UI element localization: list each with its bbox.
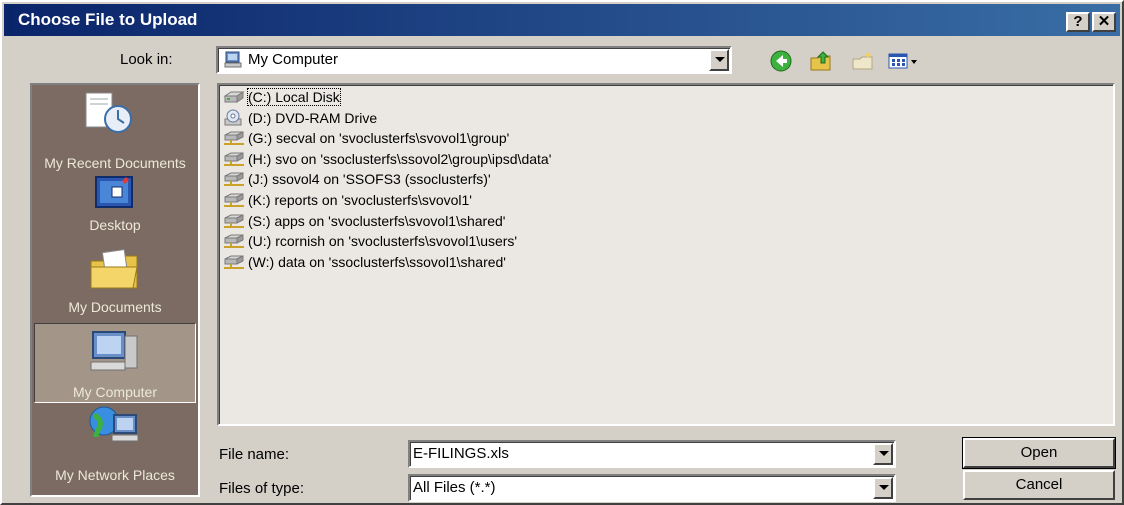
- look-in-dropdown-button[interactable]: [709, 49, 729, 71]
- open-button-label: Open: [1020, 444, 1058, 461]
- up-folder-icon[interactable]: [808, 48, 834, 74]
- file-name: (H:) svo on 'ssoclusterfs\ssovol2\group\…: [248, 151, 552, 167]
- help-button[interactable]: ?: [1066, 12, 1090, 32]
- my-computer-small-icon: [224, 51, 242, 68]
- new-folder-icon[interactable]: [850, 48, 876, 74]
- title-bar[interactable]: Choose File to Upload ? ✕: [4, 4, 1120, 36]
- look-in-label: Look in:: [120, 51, 173, 68]
- network-drive-icon: [224, 172, 244, 186]
- look-in-value: My Computer: [248, 51, 339, 68]
- file-name-label: File name:: [219, 446, 290, 463]
- list-item-d-drive[interactable]: (D:) DVD-RAM Drive: [223, 108, 377, 128]
- place-label: My Computer: [72, 384, 158, 400]
- choose-file-dialog: Choose File to Upload ? ✕ Look in: My Co…: [0, 0, 1124, 505]
- network-drive-icon: [224, 234, 244, 248]
- file-name: (D:) DVD-RAM Drive: [248, 110, 378, 126]
- list-item-w-drive[interactable]: (W:) data on 'ssoclusterfs\ssovol1\share…: [223, 252, 506, 272]
- place-my-computer[interactable]: My Computer: [34, 323, 196, 403]
- file-name: (U:) rcornish on 'svoclusterfs\svovol1\u…: [248, 233, 518, 249]
- network-drive-icon: [224, 214, 244, 228]
- network-drive-icon: [224, 152, 244, 166]
- file-name-dropdown-button[interactable]: [873, 443, 893, 465]
- file-name-value: E-FILINGS.xls: [413, 445, 509, 462]
- place-label: My Documents: [68, 299, 162, 315]
- network-drive-icon: [224, 193, 244, 207]
- file-type-value: All Files (*.*): [413, 479, 496, 496]
- file-type-dropdown-button[interactable]: [873, 477, 893, 499]
- views-menu-icon[interactable]: [886, 48, 926, 74]
- file-type-label: Files of type:: [219, 480, 305, 497]
- list-item-c-drive[interactable]: (C:) Local Disk: [223, 87, 341, 107]
- list-item-k-drive[interactable]: (K:) reports on 'svoclusterfs\svovol1': [223, 190, 472, 210]
- look-in-combo[interactable]: My Computer: [216, 46, 732, 74]
- list-item-g-drive[interactable]: (G:) secval on 'svoclusterfs\svovol1\gro…: [223, 128, 509, 148]
- my-documents-icon: [90, 249, 138, 289]
- dvd-drive-icon: [224, 109, 242, 126]
- hard-disk-icon: [223, 91, 245, 103]
- place-my-recent-documents[interactable]: My Recent Documents: [34, 87, 196, 173]
- list-item-j-drive[interactable]: (J:) ssovol4 on 'SSOFS3 (ssoclusterfs)': [223, 169, 491, 189]
- my-computer-icon: [90, 331, 138, 371]
- place-desktop[interactable]: Desktop: [34, 173, 196, 235]
- place-label: My Network Places: [55, 467, 175, 483]
- file-name: (S:) apps on 'svoclusterfs\svovol1\share…: [248, 213, 506, 229]
- file-name: (K:) reports on 'svoclusterfs\svovol1': [248, 192, 472, 208]
- back-icon[interactable]: [768, 48, 794, 74]
- list-item-s-drive[interactable]: (S:) apps on 'svoclusterfs\svovol1\share…: [223, 211, 505, 231]
- list-item-u-drive[interactable]: (U:) rcornish on 'svoclusterfs\svovol1\u…: [223, 231, 517, 251]
- file-name-combo[interactable]: E-FILINGS.xls: [408, 440, 896, 468]
- desktop-icon: [95, 176, 133, 208]
- file-name: (J:) ssovol4 on 'SSOFS3 (ssoclusterfs)': [248, 171, 491, 187]
- file-name: (G:) secval on 'svoclusterfs\svovol1\gro…: [248, 130, 510, 146]
- file-name: (C:) Local Disk: [247, 88, 341, 106]
- recent-documents-icon: [85, 92, 132, 133]
- file-name: (W:) data on 'ssoclusterfs\ssovol1\share…: [248, 254, 506, 270]
- place-label: My Recent Documents: [44, 155, 186, 171]
- dialog-title: Choose File to Upload: [18, 10, 198, 29]
- file-list[interactable]: (C:) Local Disk (D:) DVD-RAM Drive (G:) …: [217, 83, 1115, 426]
- open-button[interactable]: Open: [962, 437, 1116, 469]
- place-label: Desktop: [89, 217, 141, 233]
- places-bar: My Recent Documents Desktop My Documents: [30, 83, 200, 497]
- file-type-combo[interactable]: All Files (*.*): [408, 474, 896, 502]
- network-places-icon: [89, 406, 139, 442]
- cancel-button-label: Cancel: [1015, 476, 1063, 493]
- close-button[interactable]: ✕: [1092, 12, 1116, 32]
- list-item-h-drive[interactable]: (H:) svo on 'ssoclusterfs\ssovol2\group\…: [223, 149, 551, 169]
- cancel-button[interactable]: Cancel: [963, 470, 1115, 500]
- network-drive-icon: [224, 255, 244, 269]
- place-my-network-places[interactable]: My Network Places: [34, 405, 196, 485]
- network-drive-icon: [224, 131, 244, 145]
- place-my-documents[interactable]: My Documents: [34, 241, 196, 317]
